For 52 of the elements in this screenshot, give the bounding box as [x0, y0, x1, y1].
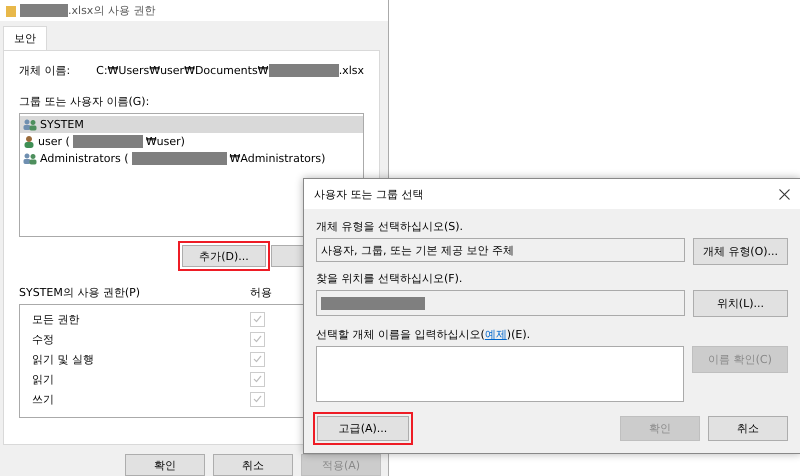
- field-label: 찾을 위치를 선택하십시오(F).: [316, 271, 464, 286]
- column-header: 허용: [250, 285, 272, 300]
- label-text: ₩Administrators): [230, 152, 326, 166]
- redaction-bar: [268, 64, 339, 78]
- checkbox[interactable]: [250, 372, 265, 387]
- checkbox[interactable]: [250, 392, 265, 407]
- dialog-button[interactable]: 취소: [708, 416, 788, 441]
- check-icon: [253, 315, 262, 324]
- object-names-field[interactable]: [316, 346, 684, 402]
- users-icon: [23, 152, 37, 166]
- check-icon: [253, 335, 262, 344]
- principal-item[interactable]: user ( ₩user): [20, 133, 363, 150]
- field-label: 개체 유형을 선택하십시오(S).: [316, 219, 464, 234]
- dialog-button[interactable]: 확인: [125, 454, 205, 476]
- section-label: SYSTEM의 사용 권한(P): [19, 285, 142, 300]
- close-icon[interactable]: [779, 188, 790, 200]
- advanced-button[interactable]: 고급(A)...: [317, 416, 409, 441]
- section-label: 그룹 또는 사용자 이름(G):: [19, 94, 150, 110]
- permission-name: 읽기: [32, 372, 55, 387]
- examples-link[interactable]: 예제: [484, 328, 507, 341]
- principal-item[interactable]: SYSTEM: [20, 116, 363, 134]
- field-label: 선택할 개체 이름을 입력하십시오(예제)(E).: [316, 327, 532, 342]
- window-title: .xlsx의 사용 권한: [20, 3, 156, 18]
- checkbox[interactable]: [250, 312, 265, 327]
- check-icon: [253, 355, 262, 364]
- check-icon: [253, 375, 262, 384]
- users-icon: [23, 118, 37, 132]
- dialog-button[interactable]: 취소: [213, 454, 293, 476]
- label-text: ₩user): [146, 135, 185, 148]
- label-text: SYSTEM: [40, 118, 84, 132]
- dialog-title: 사용자 또는 그룹 선택: [314, 186, 424, 202]
- label-text: Administrators (: [40, 152, 129, 166]
- checkbox[interactable]: [250, 352, 265, 367]
- permission-name: 읽기 및 실행: [32, 352, 95, 367]
- add-button[interactable]: 추가(D)...: [182, 245, 266, 268]
- principal-item[interactable]: Administrators ( ₩Administrators): [20, 150, 363, 168]
- redaction-bar: [72, 135, 143, 148]
- permission-name: 쓰기: [32, 392, 55, 407]
- field-label: 개체 이름:: [19, 63, 72, 78]
- label-text: C:₩Users₩user₩Documents₩: [96, 64, 269, 78]
- permission-name: 수정: [32, 332, 55, 347]
- folder-icon: [6, 4, 16, 17]
- label-text: .xlsx: [338, 64, 364, 78]
- label-text: user (: [38, 135, 70, 148]
- user-icon: [23, 135, 35, 148]
- tab[interactable]: 보안: [3, 26, 47, 50]
- checkbox[interactable]: [250, 332, 265, 347]
- object-type-field: 사용자, 그룹, 또는 기본 제공 보안 주체: [316, 238, 685, 262]
- check-icon: [253, 395, 262, 404]
- permission-name: 모든 권한: [32, 312, 80, 327]
- locations-button[interactable]: 위치(L)...: [692, 290, 788, 317]
- object-types-button[interactable]: 개체 유형(O)...: [692, 238, 788, 265]
